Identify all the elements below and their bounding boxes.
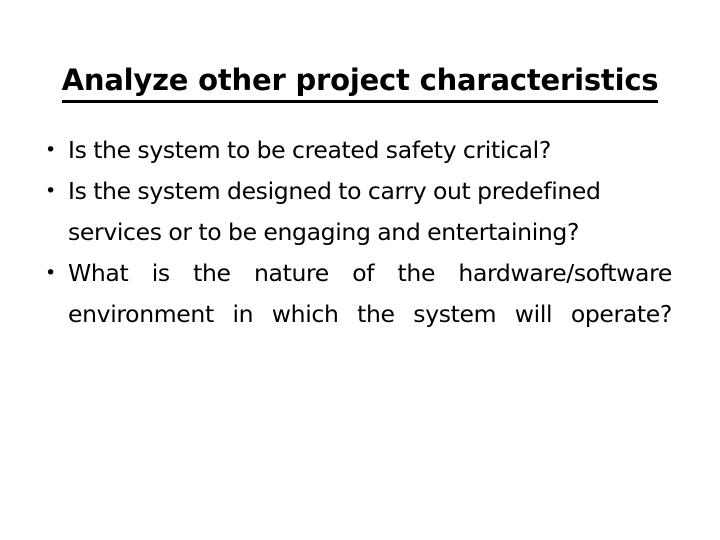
list-item-text: Is the system to be created safety criti… (68, 136, 551, 164)
bullet-point-icon: • (45, 180, 56, 202)
bullet-point-icon: • (45, 139, 56, 161)
list-item: • Is the system designed to carry out pr… (30, 171, 672, 253)
list-item: • What is the nature of the hardware/sof… (30, 253, 672, 376)
slide-canvas: Analyze other project characteristics • … (0, 0, 720, 540)
list-item-text: What is the nature of the hardware/softw… (68, 259, 672, 328)
list-item: • Is the system to be created safety cri… (30, 130, 672, 171)
bullet-point-icon: • (45, 262, 56, 284)
page-title: Analyze other project characteristics (61, 63, 659, 103)
bullet-list: • Is the system to be created safety cri… (30, 130, 690, 376)
slide-title-container: Analyze other project characteristics (0, 44, 720, 122)
list-item-text: Is the system designed to carry out pred… (68, 177, 601, 246)
